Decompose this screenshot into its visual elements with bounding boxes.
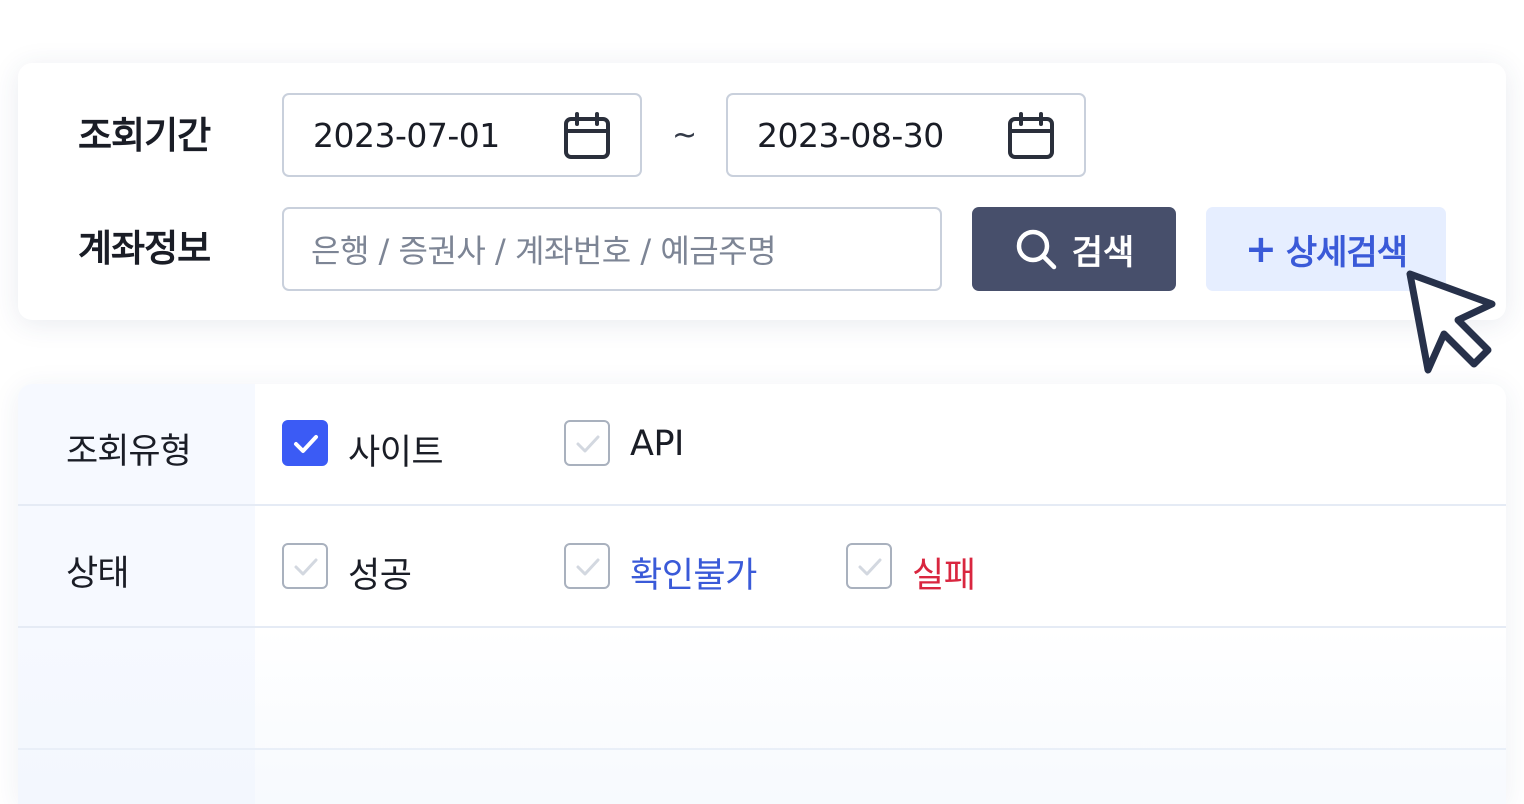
type-label: 조회유형 xyxy=(66,432,192,472)
checkbox-success[interactable] xyxy=(282,543,328,589)
option-fail-label[interactable]: 실패 xyxy=(912,547,976,598)
search-icon xyxy=(1016,229,1056,270)
filter-row-status: 상태 성공 확인불가 실패 xyxy=(18,506,1506,628)
search-button-label: 검색 xyxy=(1071,232,1135,273)
start-date-field[interactable]: 2023-07-01 xyxy=(282,93,642,177)
account-placeholder: 은행 / 증권사 / 계좌번호 / 예금주명 xyxy=(311,232,777,270)
checkbox-api[interactable] xyxy=(564,420,610,466)
start-date-value: 2023-07-01 xyxy=(313,115,500,155)
row-label-cell xyxy=(18,506,255,626)
plus-icon: + xyxy=(1245,227,1277,271)
account-label: 계좌정보 xyxy=(78,227,211,270)
cursor-icon xyxy=(1406,270,1496,374)
account-search-input[interactable]: 은행 / 증권사 / 계좌번호 / 예금주명 xyxy=(282,207,942,291)
check-icon xyxy=(294,558,318,576)
check-icon xyxy=(294,435,318,453)
option-site-label[interactable]: 사이트 xyxy=(348,424,444,475)
period-label: 조회기간 xyxy=(78,114,211,157)
detail-search-label: 상세검색 xyxy=(1285,232,1408,273)
filter-row-empty xyxy=(18,750,1506,804)
option-api-label[interactable]: API xyxy=(630,424,684,464)
range-separator: ~ xyxy=(672,118,698,153)
option-unverifiable-label[interactable]: 확인불가 xyxy=(630,547,757,598)
check-icon xyxy=(576,558,600,576)
calendar-icon[interactable] xyxy=(1006,111,1056,161)
end-date-field[interactable]: 2023-08-30 xyxy=(726,93,1086,177)
row-label-cell xyxy=(18,628,255,748)
check-icon xyxy=(576,435,600,453)
option-success-label[interactable]: 성공 xyxy=(348,547,412,598)
row-label-cell xyxy=(18,750,255,804)
search-button[interactable]: 검색 xyxy=(972,207,1176,291)
check-icon xyxy=(858,558,882,576)
filter-panel: 조회유형 사이트 API 상태 성공 확인불가 실패 xyxy=(18,384,1506,804)
status-label: 상태 xyxy=(66,554,129,594)
checkbox-unverifiable[interactable] xyxy=(564,543,610,589)
end-date-value: 2023-08-30 xyxy=(757,115,944,155)
calendar-icon[interactable] xyxy=(562,111,612,161)
filter-row-empty xyxy=(18,628,1506,750)
checkbox-site[interactable] xyxy=(282,420,328,466)
checkbox-fail[interactable] xyxy=(846,543,892,589)
filter-row-type: 조회유형 사이트 API xyxy=(18,384,1506,506)
